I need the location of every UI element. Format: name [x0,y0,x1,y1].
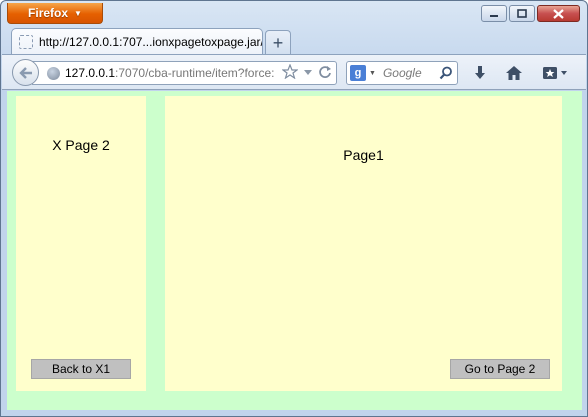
globe-icon [47,66,60,80]
plus-icon: + [272,32,284,53]
bookmarks-button[interactable] [541,64,571,82]
bookmarks-icon [543,67,567,79]
main-panel: Page1 Go to Page 2 [165,96,562,391]
tab-favicon-icon [19,35,33,49]
url-path: :7070/cba-runtime/item?force: [115,66,275,80]
firefox-menu-button[interactable]: Firefox ▼ [7,3,103,24]
back-button[interactable] [12,59,39,86]
back-icon [18,66,32,79]
dropdown-icon: ▼ [74,8,82,18]
tab-active[interactable]: http://127.0.0.1:707...ionxpagetoxpage.j… [11,28,263,55]
download-button[interactable] [471,64,489,82]
download-icon [475,66,485,79]
search-placeholder: Google [382,66,422,80]
close-button[interactable] [537,5,580,22]
search-engine-dropdown-icon[interactable]: ▼ [369,70,376,77]
back-to-x1-button[interactable]: Back to X1 [31,359,131,379]
reload-icon[interactable] [318,65,332,79]
star-icon[interactable] [282,64,298,79]
left-panel: X Page 2 Back to X1 [16,96,146,391]
window-controls [481,5,580,22]
page-content: X Page 2 Back to X1 Page1 Go to Page 2 [7,91,582,410]
search-engine-logo[interactable]: g [350,65,366,81]
dropdown-icon[interactable] [303,68,313,76]
search-bar[interactable]: g ▼ Google [346,61,458,85]
minimize-icon [490,14,498,17]
close-icon [553,8,564,19]
main-panel-title: Page1 [343,147,384,163]
home-button[interactable] [505,64,523,82]
new-tab-button[interactable]: + [265,30,291,54]
navigation-toolbar: 127.0.0.1:7070/cba-runtime/item?force: g… [2,54,586,90]
url-bar-actions [279,64,332,79]
minimize-button[interactable] [481,5,507,22]
maximize-button[interactable] [509,5,535,22]
url-host: 127.0.0.1 [65,66,116,80]
browser-window: Firefox ▼ http://127.0.0.1:707...ionxpag… [0,0,588,417]
tab-title: http://127.0.0.1:707...ionxpagetoxpage.j… [39,35,262,49]
firefox-menu-label: Firefox [28,6,69,20]
go-to-page-2-button[interactable]: Go to Page 2 [450,359,550,379]
search-icon[interactable] [439,66,453,80]
home-icon [506,66,522,80]
url-bar[interactable]: 127.0.0.1:7070/cba-runtime/item?force: [32,61,337,85]
left-panel-title: X Page 2 [52,137,110,153]
maximize-icon [517,9,527,18]
